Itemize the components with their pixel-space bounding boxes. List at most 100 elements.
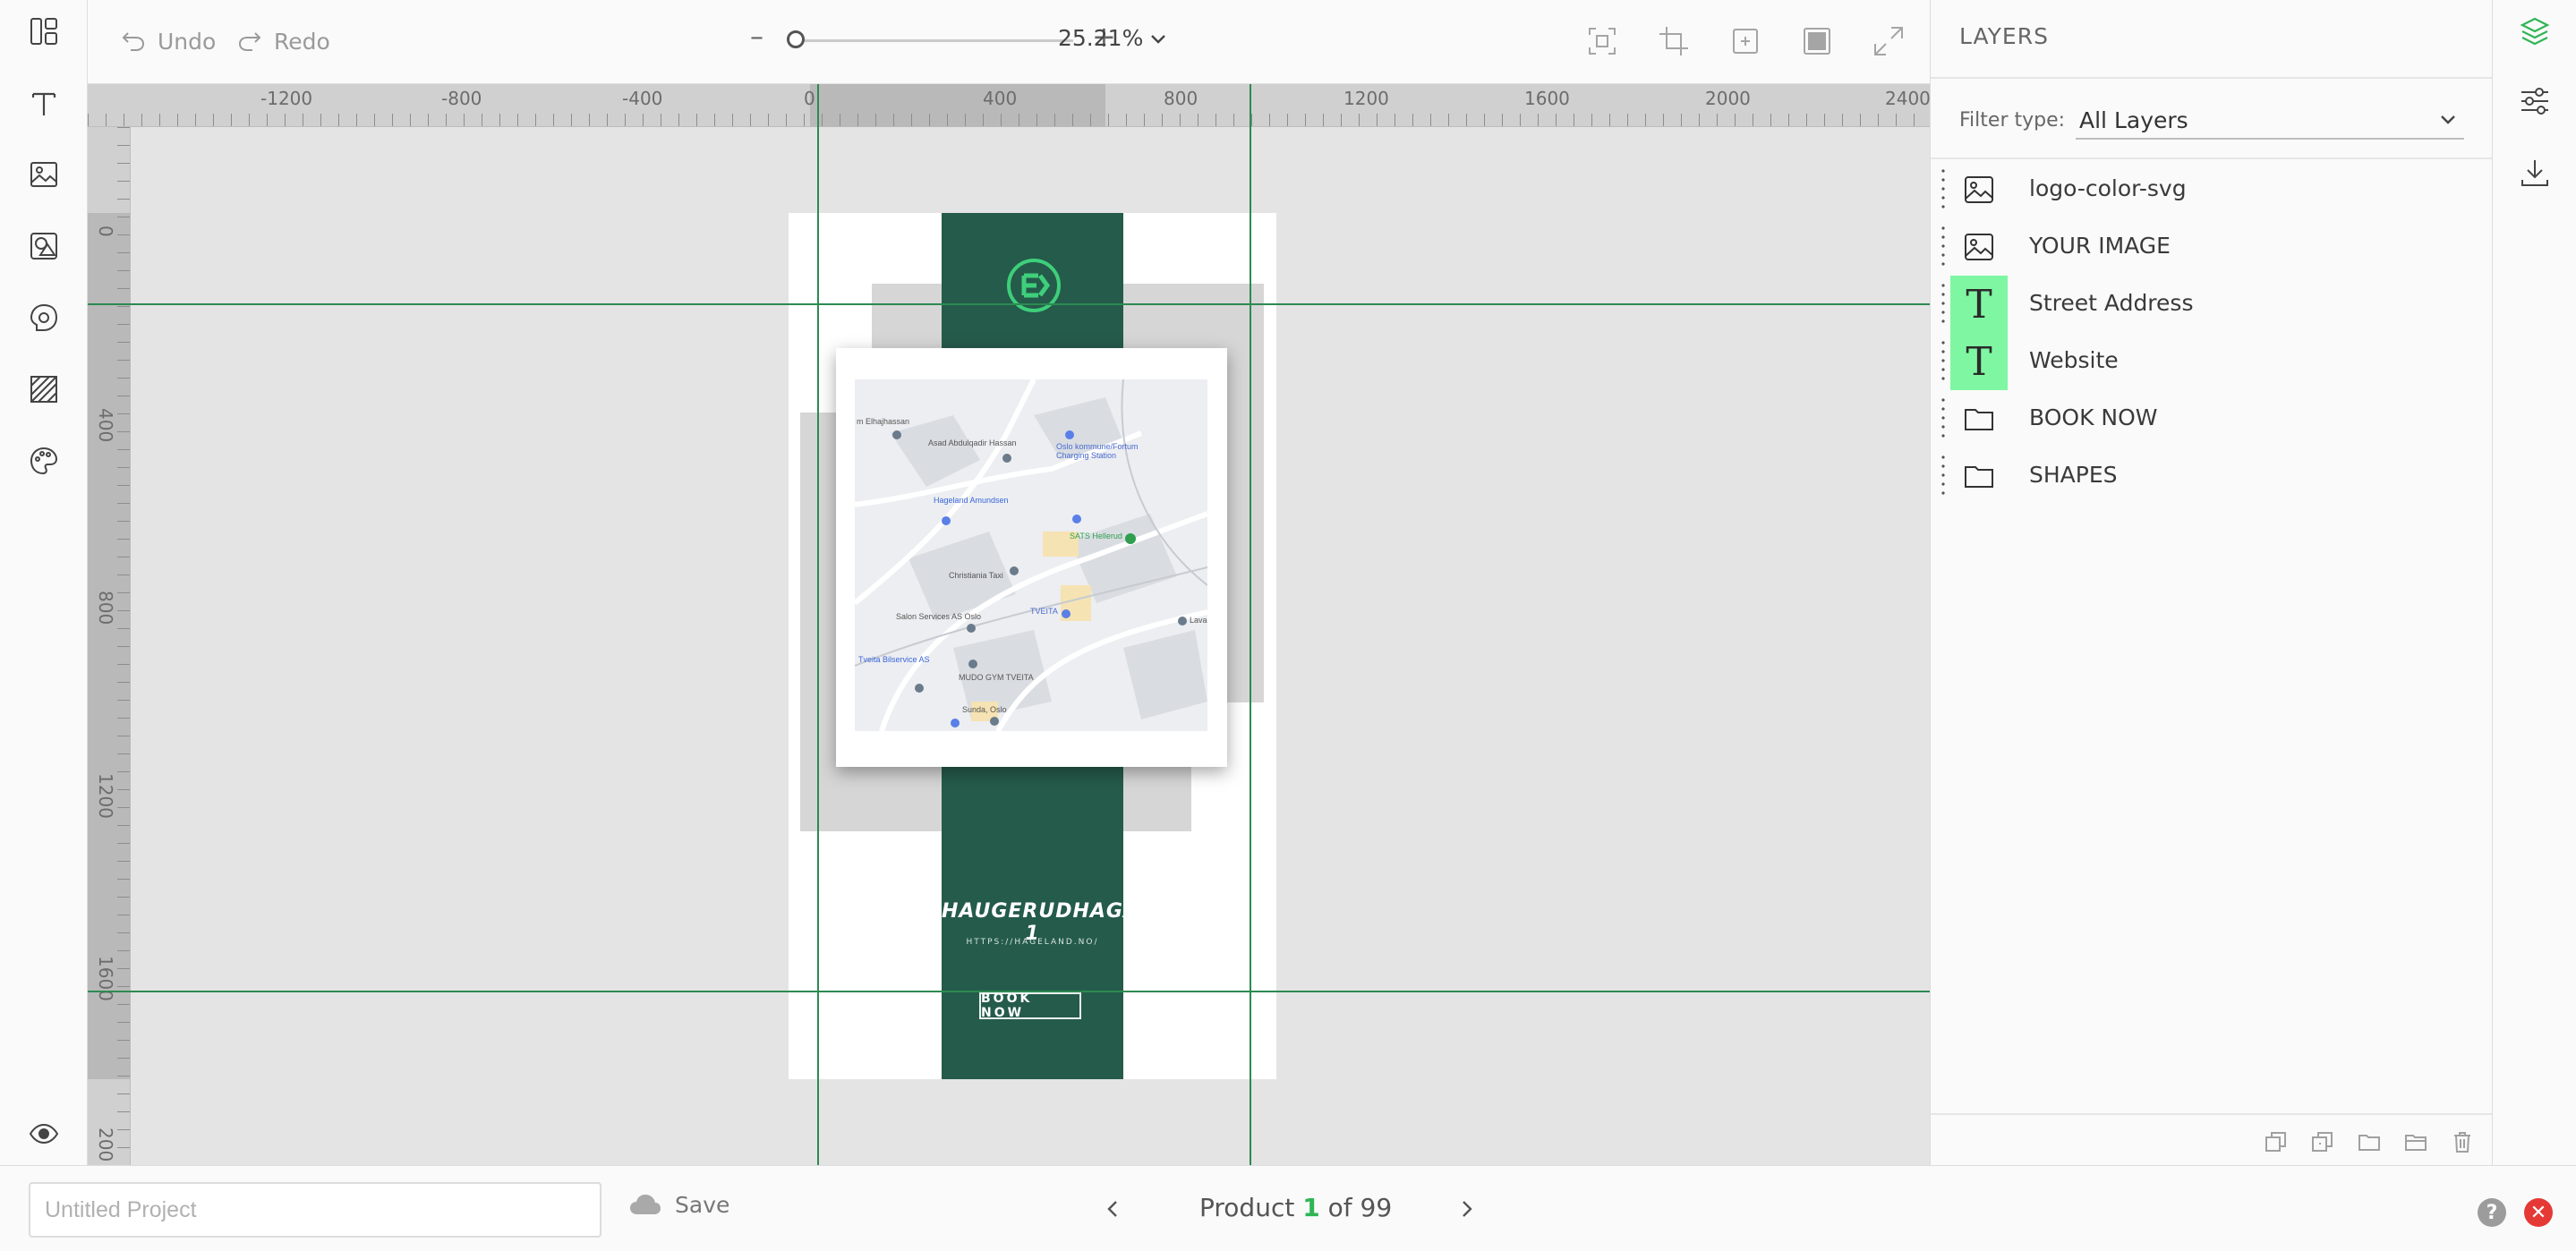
chevron-left-icon — [1107, 1201, 1117, 1217]
folder-icon — [1950, 390, 2008, 447]
text-tool-icon[interactable] — [21, 81, 66, 125]
filter-type-label: Filter type: — [1959, 109, 2066, 132]
zoom-value[interactable]: 25.21% — [1058, 25, 1143, 51]
horizontal-ruler: -1200 -800 -400 0 400 800 1200 1600 2000… — [88, 84, 1930, 127]
preview-eye-icon[interactable] — [21, 1111, 66, 1156]
ruler-label: 400 — [983, 88, 1018, 109]
templates-icon[interactable] — [21, 9, 66, 54]
design-canvas[interactable]: -1200 -800 -400 0 400 800 1200 1600 2000… — [88, 84, 1930, 1165]
text-icon: T — [1950, 276, 2008, 333]
help-icon[interactable]: ? — [2478, 1198, 2506, 1227]
drag-handle-icon[interactable] — [1941, 281, 1945, 328]
elements-tool-icon[interactable] — [21, 224, 66, 268]
website-text[interactable]: HTTPS://HAGELAND.NO/ — [942, 938, 1123, 947]
crop-icon[interactable] — [1654, 21, 1693, 61]
ruler-label: 0 — [95, 226, 116, 237]
download-icon[interactable] — [2516, 154, 2554, 191]
layer-label: BOOK NOW — [2029, 404, 2158, 430]
background-toggle-icon[interactable] — [1797, 21, 1837, 61]
map-label: SATS Hellerud — [1070, 532, 1122, 540]
poster-artboard[interactable]: m Elhajhassan Asad Abdulqadir Hassan Osl… — [789, 213, 1276, 1079]
palette-tool-icon[interactable] — [21, 438, 66, 483]
bottom-bar: Save Product 1 of 99 ? ✕ — [0, 1165, 2576, 1251]
guide-line-horizontal[interactable] — [88, 991, 1930, 992]
ruler-label: -1200 — [260, 88, 313, 109]
next-product-button[interactable] — [1448, 1191, 1484, 1227]
image-icon — [1950, 161, 2008, 218]
stickers-tool-icon[interactable] — [21, 295, 66, 340]
map-label: Oslo kommune/Fortum — [1056, 442, 1139, 451]
top-toolbar: Undo Redo – + 25.21% — [88, 0, 1930, 84]
layer-label: logo-color-svg — [2029, 175, 2187, 201]
layers-panel-title: LAYERS — [1959, 23, 2049, 49]
ruler-label: 1200 — [95, 773, 116, 819]
layer-row[interactable]: logo-color-svg — [1941, 161, 2478, 218]
your-image-frame[interactable]: m Elhajhassan Asad Abdulqadir Hassan Osl… — [836, 348, 1227, 767]
map-label: MUDO GYM TVEITA — [959, 673, 1034, 682]
trash-icon[interactable] — [2450, 1129, 2475, 1154]
guide-line-vertical[interactable] — [817, 84, 819, 1165]
product-pager: Product 1 of 99 — [1199, 1193, 1392, 1222]
project-name-input[interactable] — [29, 1182, 601, 1238]
drag-handle-icon[interactable] — [1941, 166, 1945, 213]
layer-row[interactable]: T Street Address — [1941, 276, 2478, 333]
drag-handle-icon[interactable] — [1941, 453, 1945, 499]
pager-suffix: of 99 — [1327, 1193, 1393, 1222]
text-icon: T — [1950, 333, 2008, 390]
folder-icon — [1950, 447, 2008, 505]
layer-row[interactable]: YOUR IMAGE — [1941, 218, 2478, 276]
drag-handle-icon[interactable] — [1941, 224, 1945, 270]
guide-line-horizontal[interactable] — [88, 303, 1930, 305]
ruler-label: 1200 — [1343, 88, 1389, 109]
image-icon — [1950, 218, 2008, 276]
book-now-badge[interactable]: BOOK NOW — [979, 991, 1081, 1020]
duplicate-icon[interactable] — [2264, 1129, 2289, 1154]
image-tool-icon[interactable] — [21, 152, 66, 197]
map-label: Charging Station — [1056, 451, 1116, 460]
adjust-sliders-icon[interactable] — [2516, 82, 2554, 120]
layer-row[interactable]: BOOK NOW — [1941, 390, 2478, 447]
left-tool-rail — [0, 0, 88, 1165]
group-folder-icon[interactable] — [2357, 1129, 2382, 1154]
drag-handle-icon[interactable] — [1941, 396, 1945, 442]
previous-product-button[interactable] — [1096, 1191, 1131, 1227]
layers-stack-icon[interactable] — [2516, 13, 2554, 50]
layers-actions — [1931, 1113, 2493, 1165]
map-label: m Elhajhassan — [857, 417, 909, 426]
layer-row[interactable]: T Website — [1941, 333, 2478, 390]
pager-prefix: Product — [1199, 1193, 1295, 1222]
layer-label: Street Address — [2029, 290, 2194, 316]
guide-line-vertical[interactable] — [1250, 84, 1251, 1165]
copy-add-icon[interactable] — [2310, 1129, 2335, 1154]
redo-button[interactable]: Redo — [236, 25, 330, 57]
patterns-tool-icon[interactable] — [21, 367, 66, 412]
layer-row[interactable]: SHAPES — [1941, 447, 2478, 505]
undo-label: Undo — [158, 28, 217, 55]
zoom-slider[interactable] — [794, 39, 1073, 42]
fullscreen-icon[interactable] — [1869, 21, 1908, 61]
pager-current: 1 — [1302, 1193, 1320, 1222]
save-label: Save — [675, 1191, 730, 1218]
drag-handle-icon[interactable] — [1941, 338, 1945, 385]
map-label: Sunda, Oslo — [962, 705, 1007, 714]
map-image[interactable]: m Elhajhassan Asad Abdulqadir Hassan Osl… — [855, 379, 1207, 731]
ungroup-folder-icon[interactable] — [2403, 1129, 2428, 1154]
ruler-label: -800 — [441, 88, 482, 109]
ruler-label: 0 — [804, 88, 815, 109]
map-label: Hageland Amundsen — [934, 496, 1009, 505]
zoom-out-button[interactable]: – — [750, 21, 763, 53]
zoom-dropdown-chevron-icon[interactable] — [1146, 27, 1171, 52]
redo-label: Redo — [274, 28, 330, 55]
ruler-label: 400 — [95, 408, 116, 443]
map-label: Salon Services AS Oslo — [896, 612, 981, 621]
fit-selection-icon[interactable] — [1582, 21, 1622, 61]
map-label: Tveita Bilservice AS — [858, 655, 930, 664]
undo-button[interactable]: Undo — [120, 25, 216, 57]
close-icon[interactable]: ✕ — [2524, 1198, 2553, 1227]
filter-type-select[interactable]: All Layers — [2076, 100, 2464, 140]
right-tool-rail — [2492, 0, 2576, 1165]
save-button[interactable]: Save — [628, 1191, 729, 1218]
zoom-slider-handle[interactable] — [787, 30, 805, 48]
logo-icon[interactable] — [1004, 256, 1063, 315]
fit-artboard-icon[interactable] — [1726, 21, 1765, 61]
